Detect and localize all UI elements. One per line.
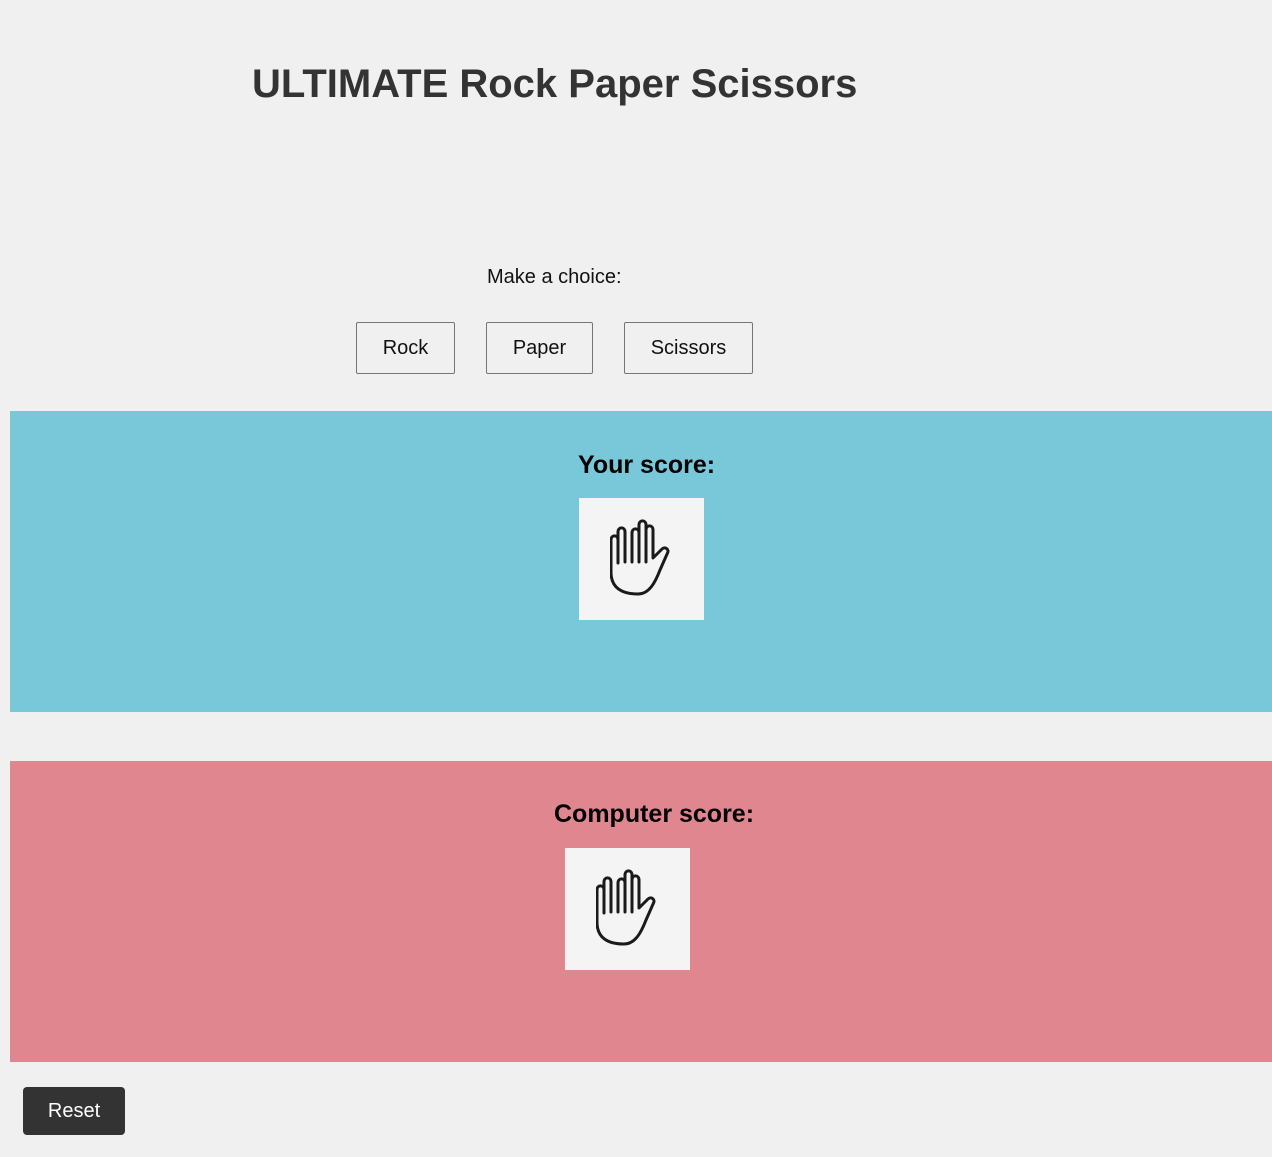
computer-score-heading: Computer score: xyxy=(554,800,755,828)
choice-prompt: Make a choice: xyxy=(487,266,622,288)
computer-score-panel: Computer score: xyxy=(10,761,1272,1062)
rock-button[interactable]: Rock xyxy=(356,322,455,374)
hand-paper-icon xyxy=(609,519,669,596)
computer-choice-display xyxy=(565,848,690,970)
player-score-panel: Your score: xyxy=(10,411,1272,712)
page-title: ULTIMATE Rock Paper Scissors xyxy=(252,62,858,106)
hand-paper-icon xyxy=(595,869,655,946)
player-choice-display xyxy=(579,498,704,620)
scissors-button[interactable]: Scissors xyxy=(624,322,753,374)
player-score-heading: Your score: xyxy=(578,451,716,479)
reset-button[interactable]: Reset xyxy=(23,1087,125,1135)
paper-button[interactable]: Paper xyxy=(486,322,593,374)
